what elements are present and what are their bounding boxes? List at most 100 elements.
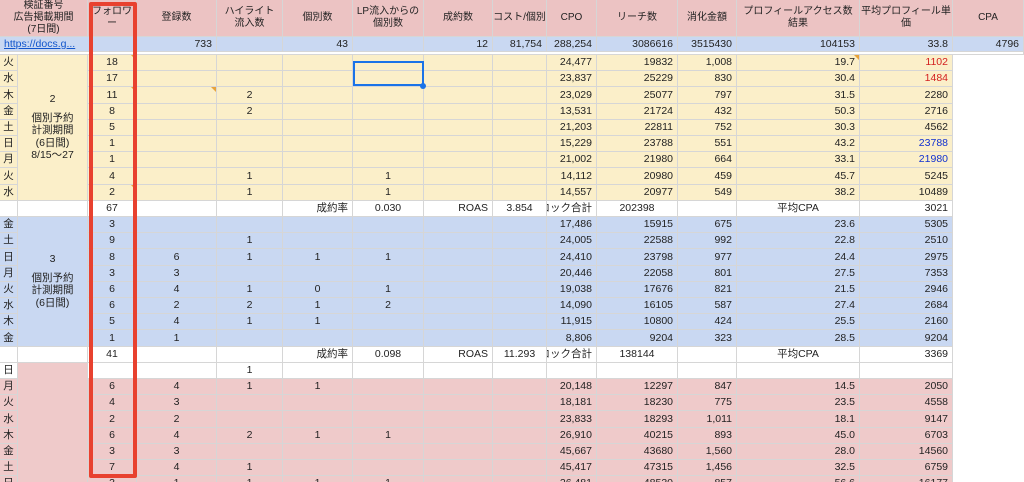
cell-kobetsu[interactable] — [283, 55, 353, 72]
cell-kobetsu[interactable] — [283, 395, 353, 412]
cell-avgprofile[interactable]: 2160 — [860, 314, 953, 331]
cell-profile[interactable]: 45.7 — [737, 168, 860, 185]
cell-reach[interactable]: 23798 — [597, 249, 678, 266]
cell-avgprofile[interactable]: 10489 — [860, 184, 953, 201]
cell-reg[interactable] — [137, 346, 217, 363]
cell-spend[interactable]: 664 — [678, 152, 737, 169]
cell-cpo[interactable]: 24,477 — [547, 55, 597, 72]
cell-reach[interactable]: 202398 — [597, 200, 678, 217]
cell-avgprofile[interactable]: 9204 — [860, 330, 953, 347]
cell-reach[interactable]: 9204 — [597, 330, 678, 347]
day-cell[interactable]: 月 — [0, 152, 18, 169]
cell-reg[interactable] — [137, 362, 217, 379]
day-cell[interactable]: 火 — [0, 395, 18, 412]
cell-cost[interactable]: 3.854 — [493, 200, 547, 217]
cell-lp[interactable] — [353, 265, 424, 282]
cell-reach[interactable]: 22058 — [597, 265, 678, 282]
cell-reg[interactable] — [137, 119, 217, 136]
group-empty[interactable] — [18, 362, 88, 482]
cell-cost[interactable] — [493, 411, 547, 428]
day-cell[interactable]: 日 — [0, 249, 18, 266]
cell-reach[interactable]: 20977 — [597, 184, 678, 201]
day-cell[interactable]: 火 — [0, 168, 18, 185]
cell-spend[interactable] — [678, 200, 737, 217]
column-header-highlight[interactable]: ハイライト 流入数 — [217, 0, 283, 37]
cell-kobetsu[interactable] — [283, 330, 353, 347]
cell-lp[interactable] — [353, 314, 424, 331]
cell-cost[interactable] — [493, 265, 547, 282]
summary-reach[interactable]: 3086616 — [597, 37, 678, 52]
day-cell[interactable] — [0, 346, 18, 363]
cell-reg[interactable]: 3 — [137, 265, 217, 282]
cell-lp[interactable] — [353, 152, 424, 169]
cell-lp[interactable] — [353, 103, 424, 120]
cell-reach[interactable]: 21724 — [597, 103, 678, 120]
cell-cpo[interactable]: 23,837 — [547, 71, 597, 88]
cell-profile[interactable]: 32.5 — [737, 460, 860, 477]
cell-reg[interactable]: 4 — [137, 314, 217, 331]
cell-cost[interactable]: 11.293 — [493, 346, 547, 363]
cell-seiyaku[interactable] — [424, 298, 493, 315]
day-cell[interactable]: 金 — [0, 443, 18, 460]
day-cell[interactable] — [0, 200, 18, 217]
cell-avgprofile[interactable]: 9147 — [860, 411, 953, 428]
cell-profile[interactable]: 56.6 — [737, 476, 860, 482]
cell-cpo[interactable]: 14,557 — [547, 184, 597, 201]
cell-reg[interactable]: 4 — [137, 379, 217, 396]
cell-profile[interactable]: 21.5 — [737, 281, 860, 298]
cell-cost[interactable] — [493, 395, 547, 412]
cell-seiyaku[interactable] — [424, 217, 493, 234]
cell-seiyaku[interactable] — [424, 249, 493, 266]
cell-reach[interactable]: 19832 — [597, 55, 678, 72]
cell-profile[interactable]: 30.3 — [737, 119, 860, 136]
cell-spend[interactable]: 977 — [678, 249, 737, 266]
cell-lp[interactable] — [353, 362, 424, 379]
cell-lp[interactable] — [353, 136, 424, 153]
cell-avgprofile[interactable]: 7353 — [860, 265, 953, 282]
summary-cpo[interactable]: 288,254 — [547, 37, 597, 52]
cell-lp[interactable]: 1 — [353, 281, 424, 298]
cell-highlight[interactable]: 1 — [217, 476, 283, 482]
cell-cost[interactable] — [493, 87, 547, 104]
cell-highlight[interactable] — [217, 71, 283, 88]
summary-highlight[interactable] — [217, 37, 283, 52]
summary-profile[interactable]: 104153 — [737, 37, 860, 52]
cell-reach[interactable]: 12297 — [597, 379, 678, 396]
cell-highlight[interactable]: 1 — [217, 314, 283, 331]
cell-kobetsu[interactable]: 1 — [283, 314, 353, 331]
cell-reach[interactable]: 43680 — [597, 443, 678, 460]
cell-spend[interactable]: 893 — [678, 427, 737, 444]
cell-avgprofile[interactable]: 3369 — [860, 346, 953, 363]
group-empty[interactable] — [18, 346, 88, 363]
spreadsheet-grid[interactable]: 検証番号 広告掲載期間 (7日間) フォロワー 登録数 ハイライト 流入数 個別数 LP流… — [0, 0, 1024, 482]
cell-spend[interactable]: 847 — [678, 379, 737, 396]
cell-cpo[interactable]: 19,038 — [547, 281, 597, 298]
cell-avgprofile[interactable]: 23788 — [860, 136, 953, 153]
cell-profile[interactable] — [737, 362, 860, 379]
cell-reach[interactable]: 25077 — [597, 87, 678, 104]
cell-reg[interactable] — [137, 87, 217, 104]
cell-cpo[interactable]: 23,833 — [547, 411, 597, 428]
cell-reg[interactable] — [137, 55, 217, 72]
day-cell[interactable]: 木 — [0, 87, 18, 104]
cell-cost[interactable] — [493, 103, 547, 120]
cell-profile[interactable]: 19.7 — [737, 55, 860, 72]
cell-profile[interactable]: 38.2 — [737, 184, 860, 201]
cell-seiyaku[interactable] — [424, 184, 493, 201]
cell-reach[interactable]: 18293 — [597, 411, 678, 428]
cell-spend[interactable]: 432 — [678, 103, 737, 120]
cell-avgprofile[interactable]: 3021 — [860, 200, 953, 217]
cell-highlight[interactable]: 1 — [217, 249, 283, 266]
cell-reach[interactable]: 40215 — [597, 427, 678, 444]
cell-cpo[interactable] — [547, 362, 597, 379]
day-cell[interactable]: 日 — [0, 362, 18, 379]
cell-spend[interactable]: 821 — [678, 281, 737, 298]
cell-spend[interactable]: 1,456 — [678, 460, 737, 477]
cell-reg[interactable]: 1 — [137, 476, 217, 482]
cell-avgprofile[interactable]: 2280 — [860, 87, 953, 104]
cell-kobetsu[interactable] — [283, 411, 353, 428]
cell-kobetsu[interactable]: 成約率 — [283, 200, 353, 217]
cell-highlight[interactable] — [217, 200, 283, 217]
day-cell[interactable]: 水 — [0, 71, 18, 88]
cell-cpo[interactable]: 14,112 — [547, 168, 597, 185]
